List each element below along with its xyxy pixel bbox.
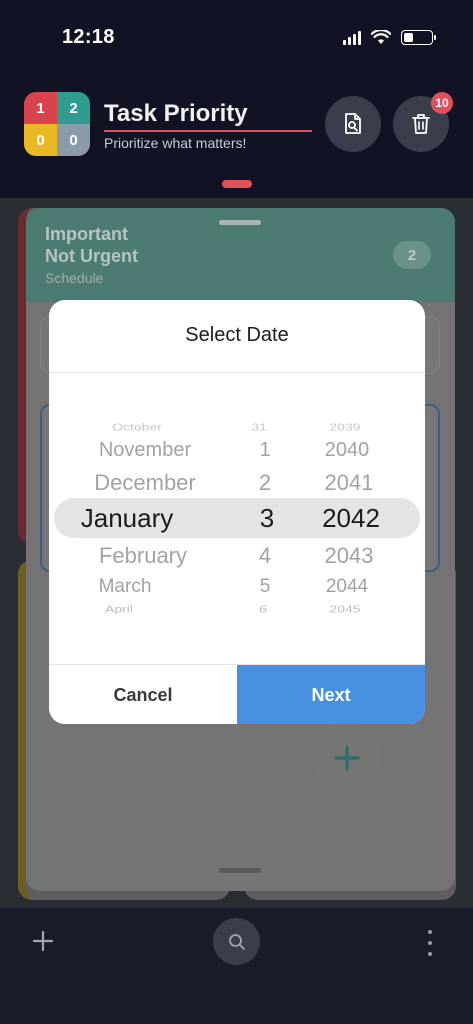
export-button[interactable] (325, 96, 381, 152)
picker-month-option[interactable]: December (94, 470, 195, 496)
document-search-icon (345, 113, 361, 134)
picker-year-option[interactable]: 2039 (329, 421, 360, 433)
add-task-fab[interactable] (312, 723, 382, 793)
select-date-dialog: Select Date October November December Ja… (49, 300, 425, 724)
plus-icon (334, 745, 360, 771)
dialog-footer: Cancel Next (49, 664, 425, 724)
picker-month-option[interactable]: February (99, 543, 187, 569)
header-pull-indicator[interactable] (222, 180, 252, 188)
trash-count-badge: 10 (431, 92, 453, 114)
title-underline (104, 130, 312, 132)
status-time: 12:18 (62, 26, 115, 48)
dialog-title: Select Date (185, 324, 289, 346)
picker-year-selected[interactable]: 2042 (322, 503, 380, 534)
add-icon[interactable] (30, 928, 56, 954)
app-subtitle: Prioritize what matters! (104, 135, 247, 151)
logo-cell-delegate: 0 (24, 124, 57, 156)
trash-icon (412, 114, 430, 134)
picker-month-option[interactable]: October (112, 421, 162, 433)
status-icons (343, 30, 436, 45)
status-bar: 12:18 (0, 0, 473, 78)
cellular-signal-icon (343, 30, 361, 45)
wifi-icon (371, 30, 391, 44)
logo-cell-delete: 0 (57, 124, 90, 156)
picker-day-option[interactable]: 2 (259, 470, 271, 496)
picker-month-selected[interactable]: January (81, 503, 174, 534)
dialog-divider (49, 372, 425, 373)
battery-icon (401, 30, 436, 45)
picker-year-option[interactable]: 2041 (325, 470, 374, 496)
sheet-bottom-handle[interactable] (219, 868, 261, 873)
picker-day-option[interactable]: 6 (259, 603, 267, 615)
date-picker[interactable]: October November December January Februa… (49, 405, 425, 625)
picker-day-option[interactable]: 4 (259, 543, 271, 569)
search-icon (228, 933, 245, 950)
picker-month-option[interactable]: March (99, 576, 152, 598)
quadrant-title: Important Not Urgent (45, 224, 138, 266)
app-header: 1 2 0 0 Task Priority Prioritize what ma… (0, 78, 473, 198)
sheet-drag-handle[interactable] (219, 220, 261, 225)
logo-cell-do: 1 (24, 92, 57, 124)
app-logo: 1 2 0 0 (24, 92, 90, 156)
picker-year-option[interactable]: 2044 (326, 576, 368, 598)
picker-year-option[interactable]: 2045 (329, 603, 360, 615)
picker-year-option[interactable]: 2040 (325, 439, 370, 462)
cancel-button[interactable]: Cancel (49, 665, 237, 724)
picker-month-option[interactable]: April (105, 603, 133, 615)
quadrant-task-count: 2 (393, 241, 431, 269)
quadrant-subtitle: Schedule (45, 270, 104, 286)
picker-month-option[interactable]: November (99, 439, 191, 462)
picker-day-option[interactable]: 31 (251, 421, 267, 433)
picker-day-option[interactable]: 5 (260, 576, 271, 598)
more-options-icon[interactable] (424, 930, 436, 956)
search-button[interactable] (213, 918, 260, 965)
logo-cell-schedule: 2 (57, 92, 90, 124)
picker-day-selected[interactable]: 3 (260, 503, 274, 534)
bottom-bar (0, 908, 473, 1024)
picker-day-option[interactable]: 1 (259, 439, 270, 462)
quadrant-header: Important Not Urgent Schedule 2 (26, 208, 455, 302)
battery-level (404, 33, 413, 42)
trash-button[interactable]: 10 (393, 92, 453, 152)
picker-year-option[interactable]: 2043 (325, 543, 374, 569)
next-button[interactable]: Next (237, 665, 425, 724)
app-title: Task Priority (104, 100, 248, 127)
